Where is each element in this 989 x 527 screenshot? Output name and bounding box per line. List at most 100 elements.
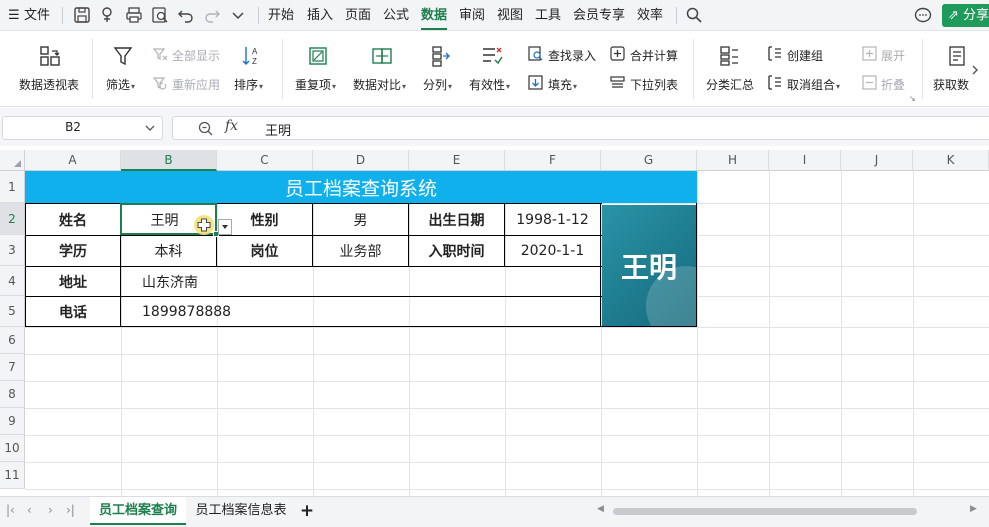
row-header-5[interactable]: 5 xyxy=(0,296,25,327)
column-header-i[interactable]: I xyxy=(769,150,841,171)
row-header-7[interactable]: 7 xyxy=(0,354,25,381)
print-preview-icon[interactable] xyxy=(150,5,170,25)
next-sheet-icon[interactable]: › xyxy=(48,503,53,517)
column-header-f[interactable]: F xyxy=(505,150,601,171)
undo-icon[interactable] xyxy=(176,5,196,25)
tab-formula[interactable]: 公式 xyxy=(383,0,409,31)
cell-dropdown-button[interactable] xyxy=(218,219,232,235)
worksheet-grid[interactable]: A B C D E F G H I J K 1 2 3 4 5 6 7 8 9 … xyxy=(0,150,989,496)
row-header-3[interactable]: 3 xyxy=(0,235,25,266)
column-header-b[interactable]: B xyxy=(121,150,217,171)
column-header-k[interactable]: K xyxy=(913,150,989,171)
row-header-11[interactable]: 11 xyxy=(0,462,25,489)
filter-label: 筛选▾ xyxy=(106,76,135,93)
row-header-10[interactable]: 10 xyxy=(0,435,25,462)
column-header-d[interactable]: D xyxy=(313,150,409,171)
education-label: 学历 xyxy=(59,244,87,260)
formula-input[interactable]: fx 王明 xyxy=(172,116,989,140)
tab-view[interactable]: 视图 xyxy=(497,0,523,31)
post-value[interactable]: 业务部 xyxy=(313,236,408,266)
last-sheet-icon[interactable]: ›| xyxy=(66,503,75,517)
duplicates-text: 重复项 xyxy=(295,78,332,92)
gridline xyxy=(841,171,842,496)
select-all-corner[interactable] xyxy=(0,150,25,171)
filter-icon xyxy=(113,47,133,66)
tab-insert[interactable]: 插入 xyxy=(307,0,333,31)
column-header-a[interactable]: A xyxy=(25,150,121,171)
split-column-icon xyxy=(432,46,450,67)
export-icon[interactable] xyxy=(98,5,118,25)
tab-efficiency[interactable]: 效率 xyxy=(637,0,663,31)
filter-text: 筛选 xyxy=(106,78,131,92)
chevron-down-icon: ▾ xyxy=(448,82,453,91)
share-button[interactable]: ⇗ 分享 xyxy=(942,4,989,27)
name-box-value: B2 xyxy=(65,120,81,134)
scroll-right-icon[interactable]: ▶ xyxy=(970,504,977,514)
column-header-j[interactable]: J xyxy=(841,150,913,171)
column-header-e[interactable]: E xyxy=(409,150,505,171)
chevron-down-icon: ▾ xyxy=(259,82,264,91)
phone-value[interactable]: 1899878888 xyxy=(121,297,600,326)
gridline xyxy=(25,408,989,409)
dialog-launcher-icon[interactable]: ↘ xyxy=(909,94,916,103)
education-value[interactable]: 本科 xyxy=(121,236,216,266)
chevron-right-icon[interactable] xyxy=(968,63,982,77)
scroll-left-icon[interactable]: ◀ xyxy=(597,504,604,514)
first-sheet-icon[interactable]: |‹ xyxy=(6,503,15,517)
hamburger-icon[interactable]: ☰ xyxy=(8,0,20,31)
row-header-8[interactable]: 8 xyxy=(0,381,25,408)
address-value[interactable]: 山东济南 xyxy=(121,267,600,296)
dob-value[interactable]: 1998-1-12 xyxy=(505,204,600,235)
compare-label: 数据对比▾ xyxy=(353,76,406,93)
column-header-g[interactable]: G xyxy=(601,150,697,171)
expand-label: 展开 xyxy=(881,49,906,63)
svg-text:A: A xyxy=(252,47,258,56)
sheet-tab-query[interactable]: 员工档案查询 xyxy=(90,497,186,525)
tab-data[interactable]: 数据 xyxy=(421,0,447,31)
fx-icon[interactable]: fx xyxy=(225,118,238,134)
save-icon[interactable] xyxy=(72,5,92,25)
gender-value[interactable]: 男 xyxy=(313,204,408,235)
validity-label: 有效性▾ xyxy=(469,76,510,93)
tab-page[interactable]: 页面 xyxy=(345,0,371,31)
column-header-c[interactable]: C xyxy=(217,150,313,171)
formula-bar: B2 fx 王明 xyxy=(0,108,989,146)
row-header-2[interactable]: 2 xyxy=(0,203,25,235)
row-header-1[interactable]: 1 xyxy=(0,171,25,203)
redo-icon[interactable] xyxy=(202,5,222,25)
print-icon[interactable] xyxy=(124,5,144,25)
tab-review[interactable]: 审阅 xyxy=(459,0,485,31)
row-header-9[interactable]: 9 xyxy=(0,408,25,435)
ungroup-icon xyxy=(768,75,781,90)
zoom-icon[interactable] xyxy=(197,120,214,137)
prev-sheet-icon[interactable]: ‹ xyxy=(27,503,32,517)
split-column-label: 分列▾ xyxy=(423,76,452,93)
column-header-h[interactable]: H xyxy=(697,150,769,171)
chat-icon[interactable] xyxy=(913,5,933,25)
tab-tools[interactable]: 工具 xyxy=(535,0,561,31)
consolidate-icon xyxy=(610,46,625,61)
tab-home[interactable]: 开始 xyxy=(268,0,294,31)
horizontal-scrollbar-thumb[interactable] xyxy=(613,508,917,515)
chevron-down-icon[interactable] xyxy=(144,121,156,135)
table-border xyxy=(600,203,601,327)
divider xyxy=(676,7,677,24)
search-icon[interactable] xyxy=(684,5,704,25)
employee-photo: 王明 xyxy=(602,205,696,326)
chevron-down-icon[interactable] xyxy=(228,5,248,25)
split-text: 分列 xyxy=(423,78,448,92)
row-header-6[interactable]: 6 xyxy=(0,327,25,354)
share-label: 分享 xyxy=(963,8,989,23)
hire-date-value[interactable]: 2020-1-1 xyxy=(505,236,600,266)
add-sheet-button[interactable]: + xyxy=(298,497,316,525)
name-box[interactable]: B2 xyxy=(2,116,163,140)
chevron-down-icon: ▾ xyxy=(836,82,841,91)
sheet-tab-info[interactable]: 员工档案信息表 xyxy=(192,497,290,525)
collapse-icon xyxy=(862,75,877,90)
gridline xyxy=(25,462,989,463)
chevron-down-icon: ▾ xyxy=(332,82,337,91)
tab-member[interactable]: 会员专享 xyxy=(573,0,625,31)
row-header-4[interactable]: 4 xyxy=(0,266,25,296)
menu-bar: ☰ 文件 开始 插入 页面 公式 数据 审阅 视图 工具 会员专享 效率 ⇗ 分… xyxy=(0,0,989,31)
menu-file[interactable]: 文件 xyxy=(24,0,50,31)
